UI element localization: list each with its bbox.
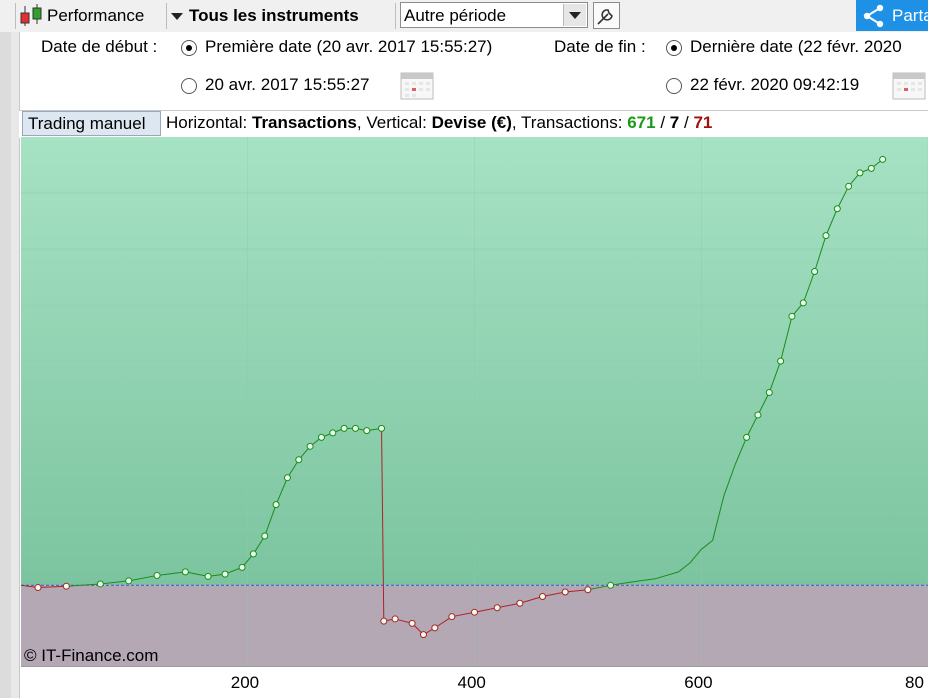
start-first-date-text: Première date (20 avr. 2017 15:55:27): [205, 37, 493, 56]
trade-marker: [306, 442, 314, 450]
trade-marker: [777, 357, 785, 365]
instruments-dropdown[interactable]: Tous les instruments: [170, 2, 392, 30]
vertical-label: Vertical:: [366, 113, 427, 132]
share-label: Parta: [892, 5, 928, 25]
period-value: Autre période: [404, 6, 507, 25]
trade-marker: [351, 424, 359, 432]
start-custom-date-text: 20 avr. 2017 15:55:27: [205, 75, 370, 94]
count-separator: /: [660, 113, 666, 132]
start-date-label: Date de début :: [41, 37, 158, 56]
candlestick-icon: [20, 4, 42, 26]
trade-marker: [204, 572, 212, 580]
share-button[interactable]: Parta: [856, 0, 928, 31]
transactions-label: Transactions:: [521, 113, 623, 132]
x-tick-label: 80: [905, 673, 924, 692]
caret-down-icon: [171, 13, 183, 20]
trade-marker: [329, 429, 337, 437]
trade-marker: [272, 501, 280, 509]
performance-button[interactable]: Performance: [18, 2, 164, 30]
trade-marker: [363, 427, 371, 435]
settings-wrench-button[interactable]: [593, 2, 620, 29]
start-first-date-radio[interactable]: [181, 40, 197, 56]
horizontal-value: Transactions: [252, 113, 357, 132]
trade-marker: [317, 433, 325, 441]
trade-marker: [561, 588, 569, 596]
trade-marker: [431, 624, 439, 632]
trade-marker: [153, 571, 161, 579]
trade-marker: [340, 424, 348, 432]
trade-marker: [788, 312, 796, 320]
period-select[interactable]: Autre période: [400, 2, 588, 28]
trade-marker: [539, 593, 547, 601]
x-tick-label: 400: [457, 673, 486, 692]
winning-transactions-count: 671: [627, 113, 656, 132]
vertical-value: Devise (€): [431, 113, 512, 132]
toolbar-separator: [166, 3, 167, 29]
calendar-icon[interactable]: [892, 68, 926, 100]
chevron-down-icon[interactable]: [563, 4, 586, 26]
trade-marker: [181, 568, 189, 576]
trade-marker: [221, 570, 229, 578]
toolbar-separator: [395, 3, 396, 29]
trade-marker: [856, 169, 864, 177]
end-last-date-text: Dernière date (22 févr. 2020: [690, 37, 902, 56]
trade-marker: [743, 433, 751, 441]
end-date-label: Date de fin :: [554, 37, 646, 56]
tab-trading-manuel[interactable]: Trading manuel: [22, 111, 161, 136]
trade-marker: [607, 581, 615, 589]
start-custom-date-radio[interactable]: [181, 78, 197, 94]
trade-marker: [380, 617, 388, 625]
trade-marker: [125, 577, 133, 585]
x-tick-label: 200: [230, 673, 260, 692]
trade-marker: [516, 599, 524, 607]
trade-marker: [845, 182, 853, 190]
trade-marker: [249, 550, 257, 558]
toolbar-separator: [15, 3, 16, 29]
chart-summary: Horizontal: Transactions, Vertical: Devi…: [166, 113, 713, 132]
trade-marker: [754, 411, 762, 419]
instruments-label: Tous les instruments: [189, 6, 359, 25]
trade-marker: [261, 532, 269, 540]
trade-marker: [471, 608, 478, 616]
losing-transactions-count: 71: [693, 113, 713, 132]
end-custom-date-text: 22 févr. 2020 09:42:19: [690, 75, 860, 94]
trade-marker: [448, 613, 456, 621]
trade-marker: [799, 299, 807, 307]
trade-marker: [34, 584, 42, 592]
count-separator: /: [683, 113, 689, 132]
trade-marker: [811, 267, 819, 275]
copyright-text: © IT-Finance.com: [24, 646, 159, 665]
performance-label: Performance: [47, 6, 145, 25]
wrench-icon: [597, 9, 613, 25]
trade-marker: [822, 232, 830, 240]
equity-chart[interactable]: [21, 137, 928, 666]
trade-marker: [493, 604, 501, 612]
trade-marker: [62, 582, 70, 590]
trade-marker: [584, 586, 592, 594]
trade-marker: [238, 563, 246, 571]
share-icon: [863, 4, 884, 27]
trade-marker: [833, 205, 841, 213]
trade-marker: [295, 456, 303, 464]
horizontal-label: Horizontal:: [166, 113, 248, 132]
trade-marker: [283, 474, 291, 482]
trade-marker: [867, 164, 875, 172]
trade-marker: [378, 424, 386, 432]
trade-marker: [391, 615, 399, 623]
trade-marker: [408, 619, 416, 627]
trade-marker: [419, 631, 427, 639]
neutral-transactions-count: 7: [669, 113, 680, 132]
trade-marker: [879, 155, 887, 163]
trade-marker: [765, 389, 773, 397]
end-last-date-radio[interactable]: [666, 40, 682, 56]
end-custom-date-radio[interactable]: [666, 78, 682, 94]
calendar-icon[interactable]: [400, 68, 434, 100]
x-tick-label: 600: [684, 673, 713, 692]
trade-marker: [96, 580, 104, 588]
